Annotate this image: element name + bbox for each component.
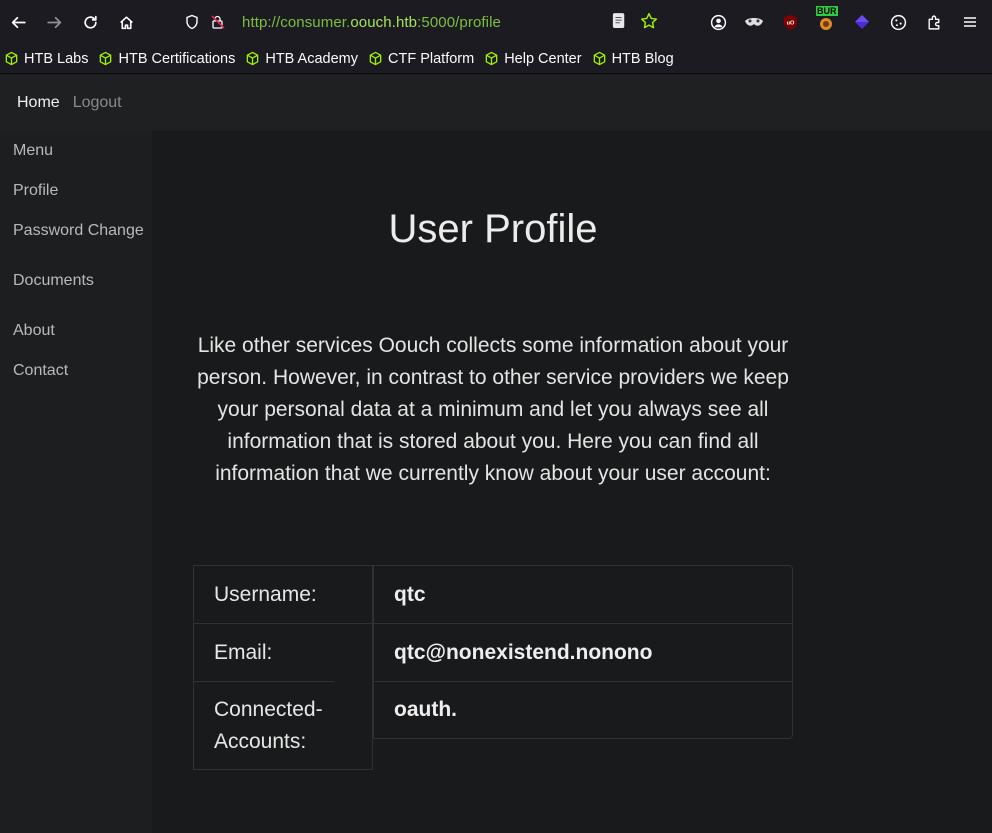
- bookmark-htb-certifications[interactable]: HTB Certifications: [98, 51, 235, 67]
- connected-accounts-label: Connected-Accounts:: [194, 681, 334, 769]
- svg-text:uO: uO: [786, 20, 794, 26]
- cookie-icon[interactable]: [880, 4, 916, 40]
- url-bar[interactable]: http://consumer.oouch.htb:5000/profile: [172, 6, 672, 38]
- diamond-icon[interactable]: [844, 4, 880, 40]
- shield-icon[interactable]: [182, 12, 202, 32]
- reload-button[interactable]: [72, 4, 108, 40]
- url-path: :5000/profile: [417, 13, 501, 31]
- email-value: qtc@nonexistend.nonono: [374, 623, 792, 681]
- htb-cube-icon: [5, 51, 18, 66]
- nav-logout-link[interactable]: Logout: [73, 94, 122, 112]
- home-button[interactable]: [108, 4, 144, 40]
- burp-badge: BUR: [816, 6, 838, 16]
- username-value: qtc: [394, 582, 426, 606]
- url-text[interactable]: http://consumer.oouch.htb:5000/profile: [242, 14, 501, 31]
- htb-cube-icon: [485, 51, 498, 66]
- insecure-lock-icon[interactable]: [208, 12, 228, 32]
- bookmark-label: HTB Academy: [265, 50, 358, 67]
- htb-cube-icon: [100, 51, 112, 66]
- browser-toolbar: http://consumer.oouch.htb:5000/profile u…: [0, 0, 992, 44]
- profile-values: qtc qtc@nonexistend.nonono oauth.: [373, 565, 793, 739]
- sidebar-item-about[interactable]: About: [13, 322, 55, 340]
- intro-paragraph: Like other services Oouch collects some …: [197, 334, 789, 485]
- sidebar-item-profile[interactable]: Profile: [13, 182, 58, 200]
- htb-cube-icon: [369, 51, 382, 66]
- bookmark-label: HTB Blog: [611, 50, 674, 67]
- puzzle-icon[interactable]: [916, 4, 952, 40]
- back-button[interactable]: [0, 4, 36, 40]
- bookmark-label: HTB Certifications: [118, 50, 236, 67]
- top-navbar: Home Logout: [0, 75, 992, 131]
- ublock-icon[interactable]: uO: [772, 4, 808, 40]
- bookmark-star-icon[interactable]: [640, 12, 658, 35]
- url-prefix: http://consumer.: [242, 13, 351, 31]
- main-content: User Profile Like other services Oouch c…: [152, 131, 992, 833]
- reader-view-icon[interactable]: [612, 12, 626, 35]
- back-arrow-icon: [11, 16, 26, 28]
- bookmark-label: CTF Platform: [388, 50, 475, 67]
- sidebar-item-contact[interactable]: Contact: [13, 362, 68, 380]
- sidebar-item-menu: Menu: [13, 142, 54, 159]
- bookmark-label: Help Center: [504, 50, 582, 67]
- sidebar-item-documents[interactable]: Documents: [13, 272, 94, 290]
- url-host: oouch.htb: [350, 13, 418, 31]
- reload-icon: [83, 15, 97, 29]
- bookmark-htb-blog[interactable]: HTB Blog: [592, 51, 674, 67]
- page-title: User Profile: [388, 207, 598, 251]
- nav-home-link[interactable]: Home: [17, 94, 60, 112]
- forward-button[interactable]: [36, 4, 72, 40]
- burp-icon[interactable]: BUR: [808, 4, 844, 40]
- username-label: Username:: [214, 582, 317, 606]
- bookmark-help-center[interactable]: Help Center: [484, 50, 582, 67]
- menu-icon[interactable]: [952, 4, 988, 40]
- sidebar-item-password-change[interactable]: Password Change: [13, 222, 144, 240]
- bookmark-label: HTB Labs: [24, 50, 89, 67]
- htb-cube-icon: [593, 51, 605, 66]
- account-icon[interactable]: [700, 4, 736, 40]
- email-label: Email:: [194, 623, 372, 681]
- bookmark-htb-academy[interactable]: HTB Academy: [245, 51, 358, 67]
- eye-mask-icon[interactable]: [736, 4, 772, 40]
- home-icon: [119, 15, 133, 29]
- bookmark-ctf-platform[interactable]: CTF Platform: [368, 51, 474, 67]
- bookmarks-bar: HTB Labs HTB Certifications HTB Academy …: [0, 44, 992, 74]
- sidebar: Menu Profile Password Change Documents A…: [0, 131, 152, 833]
- connected-accounts-value: oauth.: [374, 681, 792, 738]
- profile-labels: Username: Email: Connected-Accounts:: [193, 565, 373, 770]
- bookmark-htb-labs[interactable]: HTB Labs: [4, 51, 88, 67]
- forward-arrow-icon: [46, 16, 61, 28]
- htb-cube-icon: [247, 51, 259, 66]
